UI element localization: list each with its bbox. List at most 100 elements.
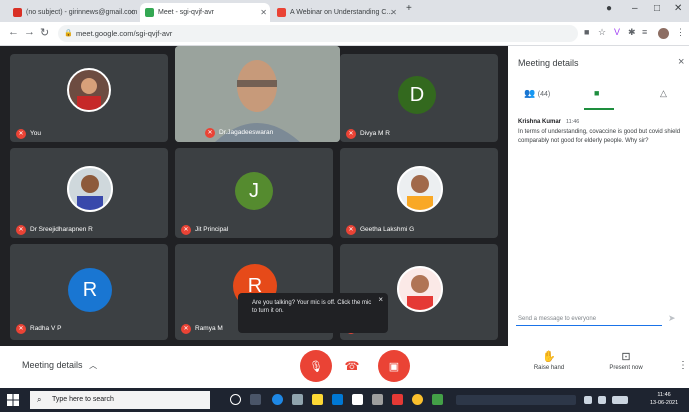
minimize-icon[interactable]: –: [632, 3, 638, 14]
language-icon[interactable]: [612, 396, 628, 404]
camera-toggle-button[interactable]: ▣: [378, 350, 410, 382]
people-icon: 👥: [524, 88, 536, 98]
participant-name: Ramya M: [195, 325, 223, 332]
mic-off-icon: ✕: [16, 129, 26, 139]
person-photo-icon: [407, 175, 433, 210]
close-window-icon[interactable]: ✕: [674, 3, 682, 14]
close-tab-icon[interactable]: ✕: [128, 3, 135, 22]
present-icon: ⊡: [621, 351, 631, 363]
meeting-details-label: Meeting details: [22, 360, 83, 370]
gmail-icon: [13, 8, 22, 17]
edge-icon[interactable]: [272, 394, 283, 405]
person-photo-icon: [407, 275, 433, 310]
mic-off-icon: ✕: [346, 225, 356, 235]
avatar: R: [68, 268, 112, 312]
leave-call-button[interactable]: ☎: [340, 354, 364, 378]
chevron-up-icon: ︿: [89, 361, 98, 370]
chat-message: In terms of understanding, covaccine is …: [518, 129, 681, 144]
tab-people[interactable]: 👥 (44): [524, 88, 550, 99]
camera-off-icon: ▣: [388, 360, 400, 373]
url-field[interactable]: 🔒 meet.google.com/sgi-qvjf-avr: [58, 25, 578, 42]
participant-name: Jit Principal: [195, 226, 229, 233]
tab-search-icon[interactable]: ●: [606, 3, 612, 14]
browser-tab-gmail[interactable]: (no subject) - girinnews@gmail.com ✕: [8, 3, 138, 22]
close-panel-button[interactable]: ×: [678, 56, 684, 68]
participant-tile[interactable]: D ✕ Divya M R: [340, 54, 498, 142]
browser-tab-meet[interactable]: Meet - sgi-qvjf-avr ✕: [140, 3, 270, 22]
tab-title: A Webinar on Understanding C...: [290, 9, 393, 16]
chat-icon: ■: [594, 88, 600, 98]
raise-hand-button[interactable]: ✋ Raise hand: [526, 350, 572, 371]
profile-avatar[interactable]: [658, 28, 669, 39]
chrome-icon[interactable]: [412, 394, 423, 405]
file-explorer-icon[interactable]: [312, 394, 323, 405]
participant-tile-speaking[interactable]: ✕ Dr.Jagadeeswaran: [175, 46, 340, 142]
participant-name: You: [30, 130, 41, 137]
tab-title: Meet - sgi-qvjf-avr: [158, 9, 215, 16]
participant-name: Geetha Lakshmi G: [360, 226, 415, 233]
meeting-details-button[interactable]: Meeting details ︿: [22, 360, 97, 371]
excel-icon[interactable]: [432, 394, 443, 405]
avatar-initial: D: [409, 83, 425, 106]
maximize-icon[interactable]: □: [654, 3, 660, 14]
mic-off-icon: ✕: [205, 128, 215, 138]
participant-tile[interactable]: ✕ Dr Sreejidharapnen R: [10, 148, 168, 238]
cortana-icon[interactable]: [230, 394, 241, 405]
shapes-icon: △: [660, 88, 667, 98]
close-tab-icon[interactable]: ✕: [390, 3, 397, 22]
avatar: [397, 166, 443, 212]
taskbar-search-input[interactable]: ⌕ Type here to search: [30, 391, 210, 409]
chat-timestamp: 11:46: [566, 119, 580, 125]
avatar: [67, 68, 111, 112]
forward-icon[interactable]: →: [24, 26, 35, 38]
send-icon[interactable]: ➤: [668, 313, 676, 324]
present-now-button[interactable]: ⊡ Present now: [600, 350, 652, 371]
mic-off-icon: ✕: [181, 225, 191, 235]
windows-start-icon[interactable]: [7, 394, 19, 406]
clock-date: 13-06-2021: [650, 400, 679, 406]
participant-tile[interactable]: R ✕ Radha V P: [10, 244, 168, 340]
hang-up-icon: ☎: [344, 359, 360, 373]
volume-icon[interactable]: [598, 396, 606, 404]
reload-icon[interactable]: ↻: [40, 26, 49, 39]
close-tab-icon[interactable]: ✕: [260, 3, 267, 22]
more-options-icon[interactable]: ⋮: [678, 360, 688, 371]
browser-tab-webinar[interactable]: A Webinar on Understanding C... ✕: [272, 3, 400, 22]
tab-activities[interactable]: △: [660, 88, 667, 99]
extension-icon[interactable]: V: [614, 27, 620, 37]
present-now-label: Present now: [609, 365, 643, 371]
app-icon[interactable]: [372, 394, 383, 405]
puzzle-icon[interactable]: ✱: [628, 27, 636, 38]
mail-icon[interactable]: [332, 394, 343, 405]
participant-tile[interactable]: J ✕ Jit Principal: [175, 148, 333, 238]
toast-text: Are you talking? Your mic is off. Click …: [252, 300, 372, 314]
office-icon[interactable]: [392, 394, 403, 405]
youtube-icon: [277, 8, 286, 17]
star-icon[interactable]: ☆: [598, 27, 606, 38]
taskbar-clock[interactable]: 11:46 13-06-2021: [650, 391, 678, 407]
participant-name: Dr Sreejidharapnen R: [30, 226, 93, 233]
browser-tab-strip: (no subject) - girinnews@gmail.com ✕ Mee…: [0, 0, 689, 22]
speaker-video-icon: [175, 46, 340, 142]
mic-off-icon: 🎙︎: [309, 360, 323, 373]
tab-chat[interactable]: ■: [594, 88, 599, 98]
participant-tile[interactable]: ✕ You: [10, 54, 168, 142]
menu-list-icon[interactable]: ≡: [642, 27, 647, 37]
system-tray-icons[interactable]: [456, 395, 576, 405]
meet-icon: [145, 8, 154, 17]
back-icon[interactable]: ←: [8, 26, 19, 38]
task-view-icon[interactable]: [250, 394, 261, 405]
kebab-menu-icon[interactable]: ⋮: [676, 27, 685, 38]
mic-off-icon: ✕: [16, 225, 26, 235]
mic-off-toast: Are you talking? Your mic is off. Click …: [238, 293, 388, 333]
camera-indicator-icon[interactable]: ■: [584, 27, 589, 37]
store-icon[interactable]: [292, 394, 303, 405]
new-tab-button[interactable]: +: [406, 3, 412, 14]
raise-hand-label: Raise hand: [533, 365, 565, 371]
chat-input[interactable]: Send a message to everyone: [516, 312, 662, 326]
mic-toggle-button[interactable]: 🎙︎: [300, 350, 332, 382]
network-icon[interactable]: [584, 396, 592, 404]
close-toast-button[interactable]: ×: [378, 296, 383, 304]
dropbox-icon[interactable]: [352, 394, 363, 405]
participant-tile[interactable]: ✕ Geetha Lakshmi G: [340, 148, 498, 238]
